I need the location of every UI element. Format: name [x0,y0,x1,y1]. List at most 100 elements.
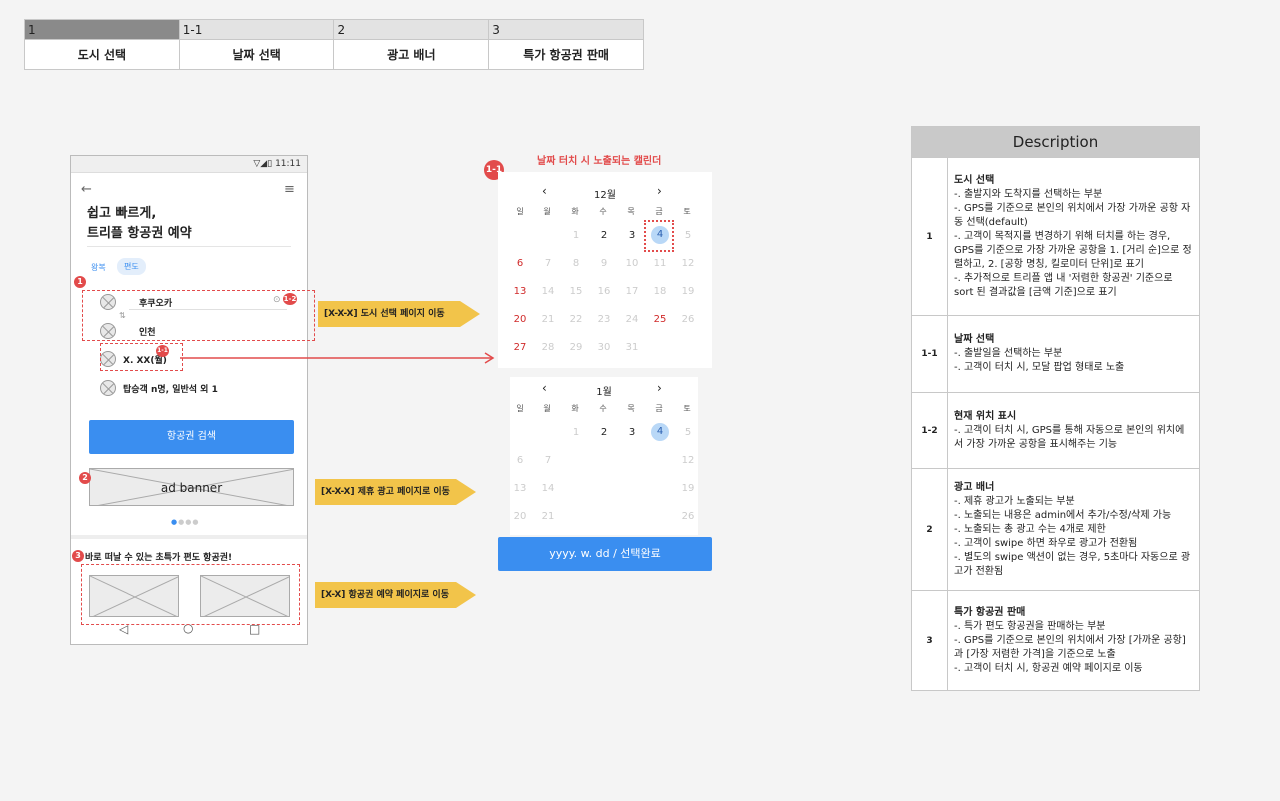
desc-row-title: 현재 위치 표시 [954,410,1017,422]
carousel-dots[interactable]: ●●●● [171,518,199,526]
annotation-deals [81,564,300,625]
calendar-caption: 날짜 터치 시 노출되는 캘린더 [537,156,662,167]
calendar-day[interactable]: 26 [674,314,702,325]
month-label: 12월 [594,190,616,201]
confirm-date-button[interactable]: yyyy. w. dd / 선택완료 [498,537,712,571]
calendar-day[interactable]: 11 [646,258,674,269]
section-label: 광고 배너 [333,39,490,70]
annotation-date-select [100,343,183,371]
calendar-day[interactable]: 3 [618,427,646,438]
calendar-day[interactable]: 28 [534,342,562,353]
calendar-day[interactable]: 12 [674,455,702,466]
calendar-day[interactable]: 19 [674,286,702,297]
desc-row-num: 3 [911,590,948,691]
menu-icon[interactable]: ≡ [284,182,295,197]
annotation-badge-1-2: 1-2 [283,293,297,305]
calendar-day[interactable]: 16 [590,286,618,297]
annotation-city-select [82,290,315,341]
calendar-day[interactable]: 17 [618,286,646,297]
nav-arrow-ad: [X-X-X] 제휴 광고 페이지로 이동 [315,479,476,505]
desc-row-body: -. 출발일을 선택하는 부분 -. 고객이 터치 시, 모달 팝업 형태로 노… [954,348,1125,373]
next-month-icon[interactable]: › [657,381,662,395]
calendar-day[interactable]: 7 [534,258,562,269]
calendar-day[interactable]: 13 [506,483,534,494]
calendar-day[interactable]: 2 [590,427,618,438]
calendar-day[interactable]: 12 [674,258,702,269]
calendar-day[interactable]: 22 [562,314,590,325]
nav-arrow-deals: [X-X] 항공권 예약 페이지로 이동 [315,582,476,608]
ad-banner[interactable]: ad banner [89,468,294,506]
annotation-badge-1: 1 [74,276,86,288]
tab-oneway[interactable]: 편도 [117,258,146,275]
desc-row-num: 1 [911,157,948,316]
search-button[interactable]: 항공권 검색 [89,420,294,454]
desc-row-body: -. 제휴 광고가 노출되는 부분 -. 노출되는 내용은 admin에서 추가… [954,495,1191,577]
calendar-day[interactable]: 5 [674,230,702,241]
signal-icon: ▽◢▯ [253,159,273,169]
desc-row-title: 광고 배너 [954,481,995,493]
tab-roundtrip[interactable]: 왕복 [91,262,106,273]
calendar-day[interactable]: 8 [562,258,590,269]
desc-row-title: 특가 항공권 판매 [954,606,1026,618]
section-id: 3 [488,19,644,40]
desc-row-num: 1-2 [911,392,948,469]
calendar-day[interactable]: 4 [651,423,669,441]
calendar-day[interactable]: 10 [618,258,646,269]
page-title-line2: 트리플 항공권 예약 [87,226,192,241]
annotation-badge-1-1: 1-1 [156,345,169,357]
description-table: Description 1 도시 선택 -. 출발지와 도착지를 선택하는 부분 … [911,126,1200,691]
desc-row-title: 도시 선택 [954,174,995,186]
calendar-day[interactable]: 7 [534,455,562,466]
clock: 11:11 [275,159,301,169]
calendar-day[interactable]: 14 [534,286,562,297]
calendar-day[interactable]: 3 [618,230,646,241]
calendar-day[interactable]: 20 [506,314,534,325]
calendar-day[interactable]: 25 [646,314,674,325]
section-id: 1-1 [178,19,335,40]
calendar-day[interactable]: 19 [674,483,702,494]
calendar-day[interactable]: 21 [534,511,562,522]
calendar-day[interactable]: 2 [590,230,618,241]
prev-month-icon[interactable]: ‹ [542,381,547,395]
deals-title: 바로 떠날 수 있는 초특가 편도 항공권! [85,553,233,563]
desc-row-body: -. 출발지와 도착지를 선택하는 부분 -. GPS를 기준으로 본인의 위치… [954,188,1192,298]
page-title-line1: 쉽고 빠르게, [87,206,157,221]
desc-row-body: -. 특가 편도 항공권을 판매하는 부분 -. GPS를 기준으로 본인의 위… [954,620,1186,674]
calendar-day[interactable]: 31 [618,342,646,353]
calendar-day[interactable]: 1 [562,230,590,241]
calendar-day[interactable]: 20 [506,511,534,522]
calendar-day[interactable]: 18 [646,286,674,297]
annotation-badge-3: 3 [72,550,84,562]
back-arrow-icon[interactable]: ← [81,182,92,197]
calendar-month-1: 12월 ‹ › 일 월 화 수 목 금 토 1 2 3 4 5 6 7 8 9 10 11 12 13 1… [498,172,712,368]
calendar-day[interactable]: 14 [534,483,562,494]
annotation-badge-2: 2 [79,472,91,484]
status-bar: ▽◢▯ 11:11 [71,156,307,173]
calendar-day[interactable]: 15 [562,286,590,297]
desc-row-num: 1-1 [911,315,948,393]
calendar-day[interactable]: 24 [618,314,646,325]
passenger-icon [100,380,116,396]
calendar-day[interactable]: 6 [506,258,534,269]
calendar-day[interactable]: 1 [562,427,590,438]
calendar-day[interactable]: 9 [590,258,618,269]
prev-month-icon[interactable]: ‹ [542,184,547,198]
calendar-day[interactable]: 30 [590,342,618,353]
calendar-day[interactable]: 26 [674,511,702,522]
ad-banner-label: ad banner [160,481,223,495]
calendar-day[interactable]: 21 [534,314,562,325]
next-month-icon[interactable]: › [657,184,662,198]
section-label: 도시 선택 [24,39,180,70]
description-header: Description [911,126,1200,158]
month-label: 1월 [596,387,612,398]
selected-date-highlight [644,220,674,252]
calendar-day[interactable]: 27 [506,342,534,353]
passenger-field[interactable]: 탑승객 n명, 일반석 외 1 [123,382,218,395]
calendar-month-2: 1월 ‹ › 일 월 화 수 목 금 토 1 2 3 4 5 6 7 12 13 14 19 20 21… [510,377,698,535]
calendar-day[interactable]: 5 [674,427,702,438]
calendar-day[interactable]: 23 [590,314,618,325]
calendar-day[interactable]: 13 [506,286,534,297]
calendar-day[interactable]: 6 [506,455,534,466]
calendar-day[interactable]: 29 [562,342,590,353]
section-index-table: 1 1-1 2 3 도시 선택 날짜 선택 광고 배너 특가 항공권 판매 [24,19,644,70]
